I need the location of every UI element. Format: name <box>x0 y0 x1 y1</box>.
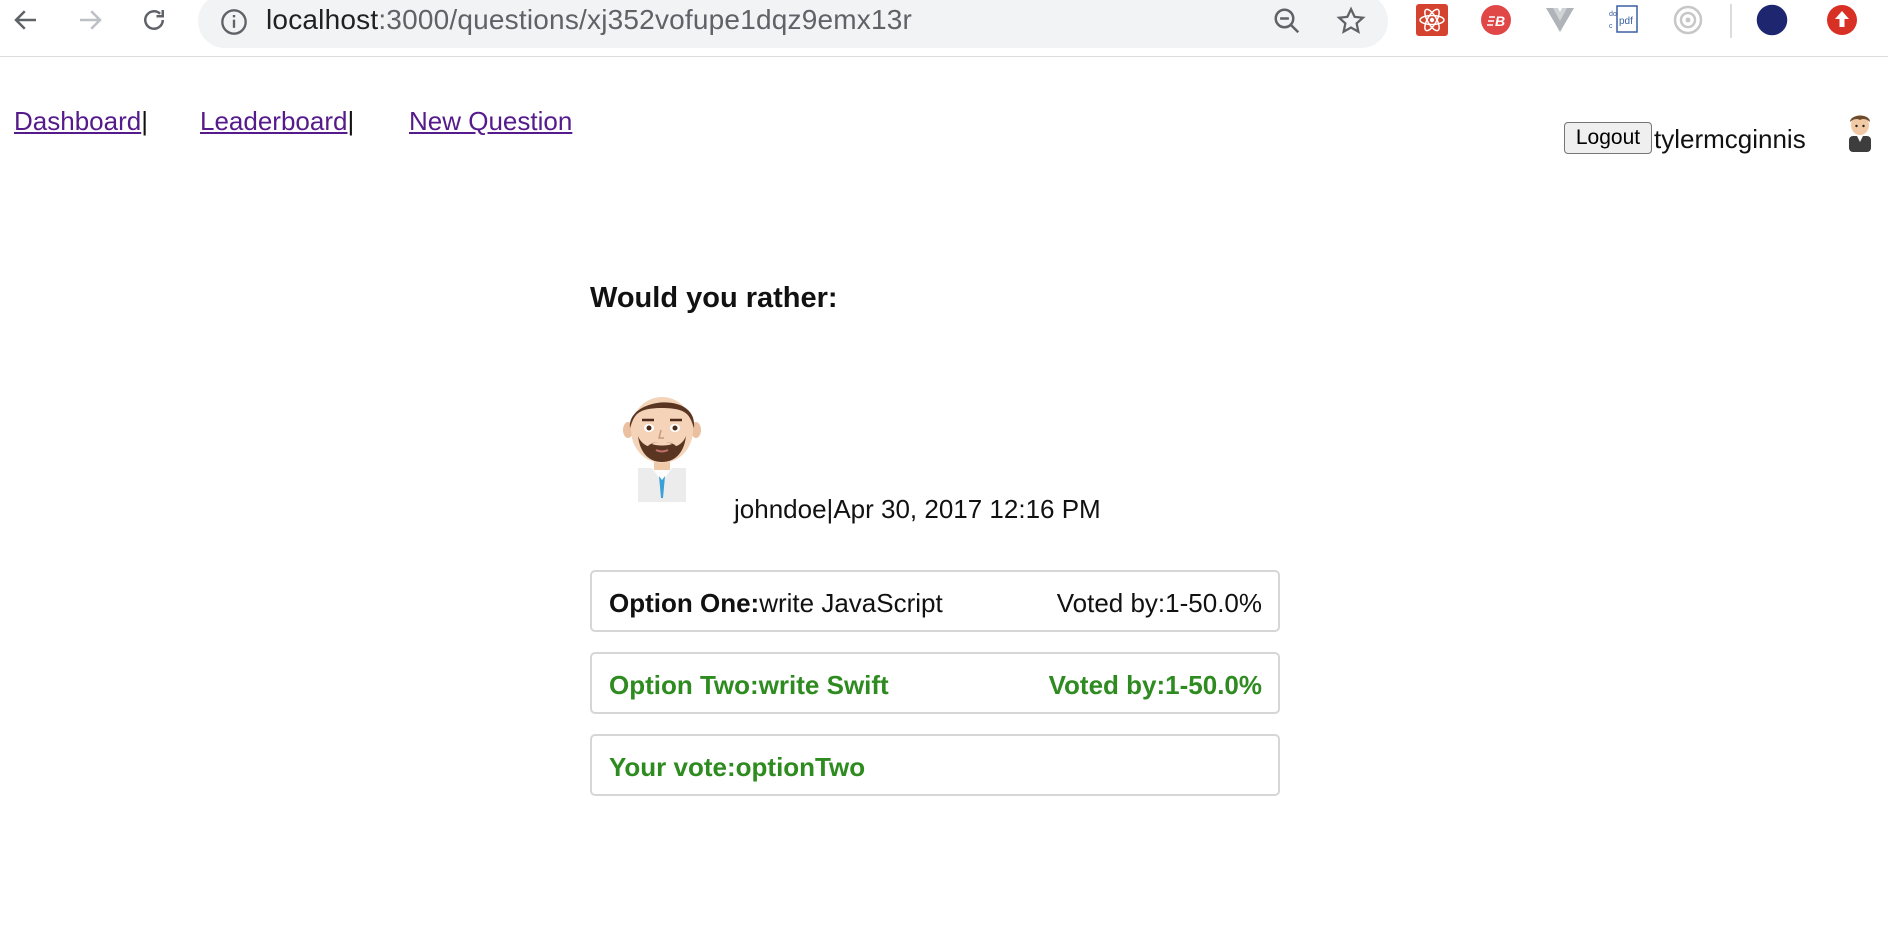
vue-devtools-icon[interactable] <box>1544 4 1576 36</box>
forward-icon[interactable] <box>72 2 108 38</box>
author-avatar <box>623 397 701 502</box>
nav-separator: | <box>347 106 355 136</box>
redux-devtools-icon[interactable] <box>1672 4 1704 36</box>
user-avatar <box>1849 115 1871 152</box>
your-vote-box: Your vote:optionTwo <box>590 734 1280 796</box>
svg-text:B: B <box>1495 13 1505 29</box>
toolbar-separator <box>1730 4 1732 38</box>
zoom-out-icon[interactable] <box>1272 6 1302 36</box>
nav-new-question-link[interactable]: New Question <box>409 106 572 136</box>
question-timestamp: Apr 30, 2017 12:16 PM <box>833 494 1101 524</box>
your-vote-label: Your vote: <box>609 752 736 782</box>
nav-dashboard-link[interactable]: Dashboard <box>14 106 141 136</box>
option-two-label: Option Two: <box>609 670 759 700</box>
url-path: :3000/questions/xj352vofupe1dqz9emx13r <box>378 4 913 35</box>
update-icon[interactable] <box>1826 4 1858 36</box>
url-text[interactable]: localhost:3000/questions/xj352vofupe1dqz… <box>266 4 912 36</box>
svg-text:c: c <box>1609 23 1613 30</box>
nav-leaderboard-link[interactable]: Leaderboard <box>200 106 347 136</box>
option-two-votes: Voted by:1-50.0% <box>1048 670 1262 700</box>
option-two-result: Option Two:write Swift Voted by:1-50.0% <box>590 652 1280 714</box>
svg-text:pdf: pdf <box>1619 16 1633 27</box>
browser-toolbar: localhost:3000/questions/xj352vofupe1dqz… <box>0 0 1888 57</box>
svg-text:do: do <box>1609 11 1617 18</box>
question-meta: johndoe|Apr 30, 2017 12:16 PM <box>734 494 1101 525</box>
your-vote-value: optionTwo <box>735 752 866 782</box>
star-icon[interactable] <box>1336 6 1366 36</box>
option-one-votes: Voted by:1-50.0% <box>1056 588 1262 618</box>
profile-icon[interactable] <box>1756 4 1788 36</box>
question-prompt: Would you rather: <box>590 282 838 314</box>
option-two-text: write Swift <box>758 670 889 700</box>
current-username: tylermcginnis <box>1654 124 1806 154</box>
back-icon[interactable] <box>8 2 44 38</box>
author-name: johndoe <box>734 494 827 524</box>
option-one-label: Option One: <box>609 588 760 618</box>
option-one-result: Option One:write JavaScript Voted by:1-5… <box>590 570 1280 632</box>
option-one-text: write JavaScript <box>759 588 943 618</box>
pdf-extension-icon[interactable]: pdf do c <box>1608 4 1640 36</box>
reload-icon[interactable] <box>136 2 172 38</box>
address-bar[interactable]: localhost:3000/questions/xj352vofupe1dqz… <box>198 0 1388 48</box>
bnb-extension-icon[interactable]: B <box>1480 4 1512 36</box>
react-devtools-icon[interactable] <box>1416 4 1448 36</box>
logout-button[interactable]: Logout <box>1564 122 1652 154</box>
url-host: localhost <box>266 4 379 35</box>
nav-separator: | <box>141 106 148 136</box>
info-icon[interactable] <box>220 8 248 36</box>
